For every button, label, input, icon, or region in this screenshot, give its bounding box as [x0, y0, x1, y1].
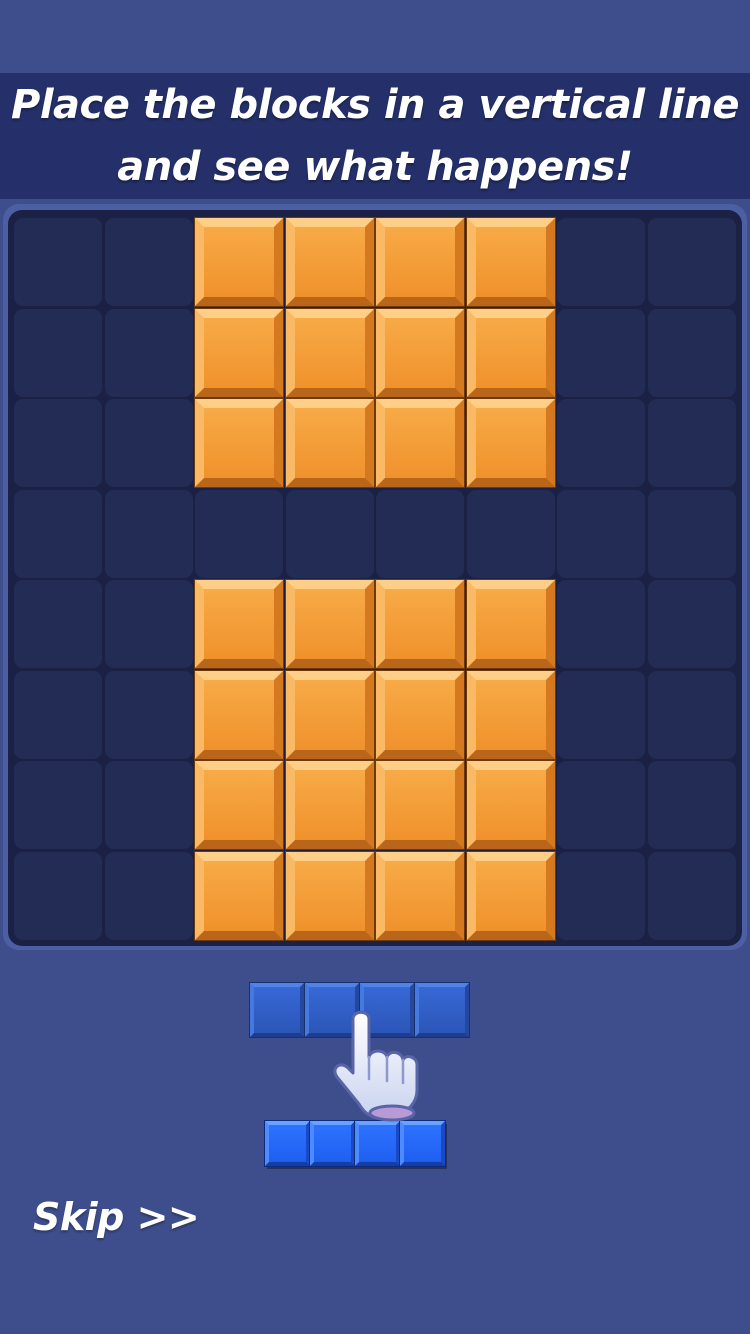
empty-cell — [104, 489, 193, 578]
filled-cell — [465, 850, 556, 941]
empty-cell — [104, 670, 193, 759]
empty-cell — [195, 489, 283, 578]
piece-block — [264, 1120, 311, 1167]
empty-cell — [14, 580, 102, 668]
empty-cell — [557, 761, 645, 849]
empty-cell — [557, 308, 645, 397]
game-screen: Place the blocks in a vertical line and … — [0, 0, 750, 1334]
filled-cell — [465, 307, 556, 398]
empty-cell — [14, 761, 102, 849]
empty-cell — [14, 399, 102, 487]
filled-cell — [375, 398, 465, 488]
filled-cell — [375, 307, 465, 398]
pointing-hand-icon — [333, 1010, 419, 1122]
skip-button[interactable]: Skip >> — [33, 1195, 200, 1239]
filled-cell — [375, 760, 465, 850]
empty-cell — [647, 218, 736, 306]
filled-cell — [465, 217, 556, 307]
empty-cell — [557, 489, 645, 578]
empty-cell — [14, 308, 102, 397]
filled-cell — [375, 669, 465, 760]
filled-cell — [194, 850, 284, 941]
empty-cell — [14, 670, 102, 759]
filled-cell — [194, 760, 284, 850]
filled-cell — [284, 579, 375, 669]
filled-cell — [194, 579, 284, 669]
empty-cell — [466, 489, 555, 578]
filled-cell — [194, 307, 284, 398]
empty-cell — [557, 218, 645, 306]
filled-cell — [375, 579, 465, 669]
empty-cell — [104, 399, 193, 487]
tutorial-text-line-2: and see what happens! — [117, 144, 633, 190]
filled-cell — [194, 669, 284, 760]
tray-piece[interactable] — [264, 1120, 447, 1169]
empty-cell — [557, 399, 645, 487]
filled-cell — [465, 398, 556, 488]
filled-cell — [194, 398, 284, 488]
piece-block — [309, 1120, 356, 1167]
filled-cell — [194, 217, 284, 307]
filled-cell — [465, 579, 556, 669]
piece-block — [249, 982, 305, 1038]
filled-cell — [284, 398, 375, 488]
empty-cell — [104, 580, 193, 668]
empty-cell — [104, 761, 193, 849]
filled-cell — [284, 217, 375, 307]
empty-cell — [647, 670, 736, 759]
empty-cell — [285, 489, 374, 578]
empty-cell — [647, 489, 736, 578]
piece-block — [354, 1120, 401, 1167]
filled-cell — [284, 669, 375, 760]
empty-cell — [647, 580, 736, 668]
empty-cell — [647, 851, 736, 940]
filled-cell — [375, 217, 465, 307]
tutorial-banner: Place the blocks in a vertical line and … — [0, 73, 750, 199]
filled-cell — [284, 850, 375, 941]
empty-cell — [376, 489, 464, 578]
empty-cell — [104, 308, 193, 397]
empty-cell — [104, 218, 193, 306]
empty-cell — [557, 670, 645, 759]
filled-cell — [465, 760, 556, 850]
filled-cell — [465, 669, 556, 760]
filled-cell — [284, 307, 375, 398]
empty-cell — [104, 851, 193, 940]
empty-cell — [647, 308, 736, 397]
piece-block — [399, 1120, 446, 1167]
empty-cell — [557, 580, 645, 668]
empty-cell — [14, 218, 102, 306]
empty-cell — [557, 851, 645, 940]
tutorial-text-line-1: Place the blocks in a vertical line — [11, 82, 739, 128]
filled-cell — [375, 850, 465, 941]
filled-cell — [284, 760, 375, 850]
empty-cell — [14, 851, 102, 940]
game-board[interactable] — [8, 210, 742, 946]
empty-cell — [647, 399, 736, 487]
empty-cell — [14, 489, 102, 578]
empty-cell — [647, 761, 736, 849]
